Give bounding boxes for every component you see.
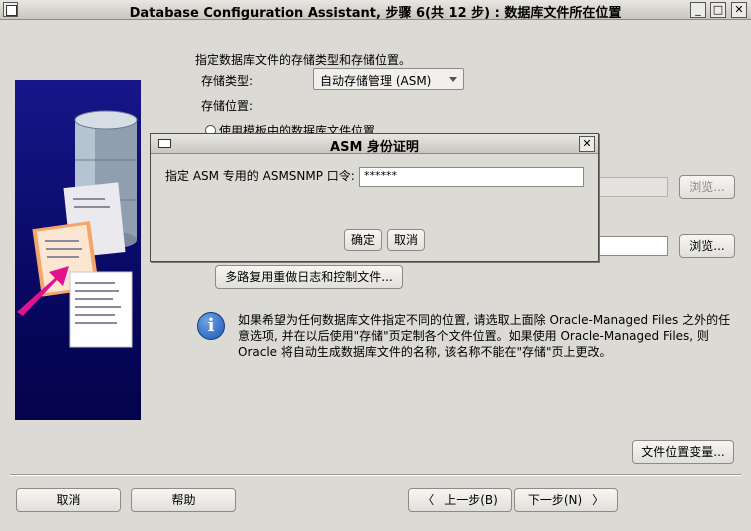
window-titlebar[interactable]: Database Configuration Assistant, 步骤 6(共…: [0, 0, 751, 21]
maximize-button[interactable]: □: [710, 2, 726, 18]
dialog-ok-button[interactable]: 确定: [344, 229, 382, 251]
asm-credentials-dialog[interactable]: ASM 身份证明 ✕ 指定 ASM 专用的 ASMSNMP 口令: ******…: [150, 133, 599, 262]
side-illustration: [15, 80, 141, 420]
chevron-left-icon: 〈: [422, 493, 435, 507]
back-button[interactable]: 〈上一步(B): [408, 488, 512, 512]
next-button[interactable]: 下一步(N) 〉: [514, 488, 618, 512]
storage-type-value: 自动存储管理 (ASM): [320, 74, 432, 88]
storage-location-label: 存储位置:: [201, 99, 254, 113]
minimize-button[interactable]: _: [690, 2, 706, 18]
help-button[interactable]: 帮助: [131, 488, 236, 512]
database-documents-illustration: [17, 110, 138, 348]
footer-separator: [10, 474, 741, 476]
dialog-titlebar[interactable]: ASM 身份证明 ✕: [151, 134, 598, 155]
storage-type-select[interactable]: 自动存储管理 (ASM): [313, 68, 464, 90]
info-icon: i: [197, 312, 225, 340]
cancel-button[interactable]: 取消: [16, 488, 121, 512]
password-value: ******: [364, 169, 397, 182]
chevron-down-icon: [449, 77, 457, 82]
dialog-cancel-button[interactable]: 取消: [387, 229, 425, 251]
browse-button-1[interactable]: 浏览...: [679, 175, 735, 199]
location-field-1[interactable]: [598, 177, 668, 197]
browse-button-2[interactable]: 浏览...: [679, 234, 735, 258]
chevron-right-icon: 〉: [592, 493, 605, 507]
info-message: 如果希望为任何数据库文件指定不同的位置, 请选取上面除 Oracle-Manag…: [238, 312, 730, 360]
dialog-close-button[interactable]: ✕: [579, 136, 595, 152]
location-field-2[interactable]: [598, 236, 668, 256]
file-location-variables-button[interactable]: 文件位置变量...: [632, 440, 734, 464]
multiplex-redo-button[interactable]: 多路复用重做日志和控制文件...: [215, 265, 403, 289]
instruction-text: 指定数据库文件的存储类型和存储位置。: [195, 53, 412, 67]
password-prompt-label: 指定 ASM 专用的 ASMSNMP 口令:: [165, 169, 355, 183]
info-line: 意选项, 并在以后使用"存储"页定制各个文件位置。如果使用 Oracle-Man…: [238, 329, 709, 343]
info-line: Oracle 将自动生成数据库文件的名称, 该名称不能在"存储"页上更改。: [238, 345, 612, 359]
asmsnmp-password-input[interactable]: ******: [359, 167, 584, 187]
window-menu-icon[interactable]: [3, 2, 18, 17]
info-line: 如果希望为任何数据库文件指定不同的位置, 请选取上面除 Oracle-Manag…: [238, 313, 731, 327]
window-title: Database Configuration Assistant, 步骤 6(共…: [129, 6, 622, 21]
back-button-label: 上一步(B): [444, 493, 498, 507]
dialog-title: ASM 身份证明: [330, 140, 419, 155]
next-button-label: 下一步(N): [527, 493, 583, 507]
close-button[interactable]: ✕: [731, 2, 747, 18]
storage-type-label: 存储类型:: [201, 74, 254, 88]
